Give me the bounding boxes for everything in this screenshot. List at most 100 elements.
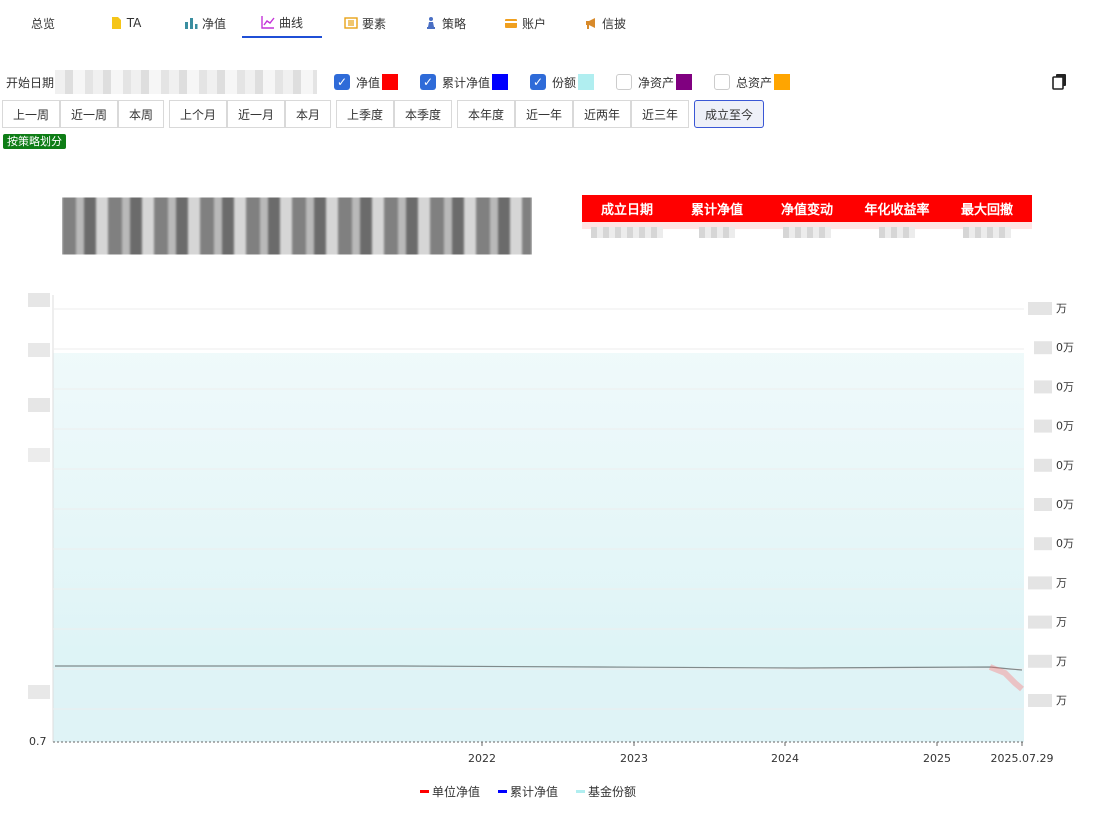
stats-row — [582, 222, 1032, 242]
stats-header: 成立日期 累计净值 净值变动 年化收益率 最大回撤 — [582, 195, 1032, 222]
color-swatch — [578, 74, 595, 90]
redacted-value — [699, 226, 735, 238]
redacted-value — [591, 226, 663, 238]
right-tick-redacted — [1028, 576, 1052, 590]
megaphone-icon — [585, 18, 595, 29]
color-swatch — [774, 74, 791, 90]
right-tick-label: 0万 — [1056, 380, 1074, 393]
ta-tag-icon — [111, 17, 121, 29]
period-since-inception[interactable]: 成立至今 — [694, 100, 764, 128]
x-tick-label: 2025 — [923, 752, 951, 765]
legend-label: 单位净值 — [432, 785, 481, 799]
right-tick-label: 0万 — [1056, 459, 1074, 472]
right-tick-label: 0万 — [1056, 537, 1074, 550]
tab-disclosure[interactable]: 信披 — [576, 8, 634, 38]
list-icon — [344, 17, 358, 29]
right-tick-redacted — [1028, 302, 1052, 315]
checkbox-checked-icon: ✓ — [530, 74, 546, 90]
strategy-badge[interactable]: 按策略划分 — [3, 134, 66, 149]
line-chart-icon — [261, 16, 275, 29]
tab-label: 曲线 — [278, 15, 303, 30]
tab-curve[interactable]: 曲线 — [242, 8, 322, 38]
period-this-month[interactable]: 本月 — [285, 100, 331, 128]
toggle-label: 净资产 — [638, 75, 675, 90]
right-tick-label: 0万 — [1056, 341, 1074, 354]
tab-label: 净值 — [201, 16, 226, 31]
toggle-shares[interactable]: ✓ 份额 — [530, 73, 595, 91]
period-recent-year[interactable]: 近一年 — [515, 100, 573, 128]
tab-nav-value[interactable]: 净值 — [176, 8, 234, 38]
chart-legend: 单位净值 累计净值 基金份额 — [0, 783, 1093, 801]
toggle-label: 份额 — [552, 75, 577, 90]
legend-label: 基金份额 — [588, 785, 637, 799]
stats-table: 成立日期 累计净值 净值变动 年化收益率 最大回撤 — [582, 195, 1032, 242]
period-recent-three-years[interactable]: 近三年 — [631, 100, 689, 128]
header-annualized-return: 年化收益率 — [864, 203, 930, 218]
right-tick-redacted — [1028, 694, 1052, 707]
right-tick-redacted — [1034, 341, 1052, 355]
legend-cumulative-nav[interactable]: 累计净值 — [498, 783, 558, 800]
tab-elements[interactable]: 要素 — [336, 8, 394, 38]
right-tick-label: 万 — [1056, 302, 1067, 315]
x-axis-ticks: 2022 2023 2024 2025 2025.07.29 — [468, 742, 1053, 765]
period-recent-month[interactable]: 近一月 — [227, 100, 285, 128]
right-tick-label: 0万 — [1056, 498, 1074, 511]
header-inception-date: 成立日期 — [600, 203, 653, 218]
tab-label: 总览 — [30, 16, 55, 31]
period-last-quarter[interactable]: 上季度 — [336, 100, 394, 128]
toggle-label: 总资产 — [736, 75, 773, 90]
period-this-quarter[interactable]: 本季度 — [394, 100, 452, 128]
tab-overview[interactable]: 总览 — [18, 8, 68, 38]
period-recent-week[interactable]: 近一周 — [60, 100, 118, 128]
top-nav: 总览 TA 净值 曲线 要素 策略 账户 信披 — [0, 0, 1093, 40]
right-tick-label: 万 — [1056, 576, 1067, 589]
toggle-label: 累计净值 — [442, 75, 491, 90]
header-cumulative-nav: 累计净值 — [690, 203, 743, 218]
card-icon — [504, 19, 517, 28]
copy-icon[interactable] — [1052, 73, 1068, 90]
period-this-year[interactable]: 本年度 — [457, 100, 515, 128]
redacted-value — [783, 226, 831, 238]
legend-unit-nav[interactable]: 单位净值 — [420, 783, 480, 800]
right-tick-redacted — [1028, 654, 1052, 668]
start-date-input[interactable] — [55, 70, 317, 94]
filter-row: 开始日期 ✓ 净值 ✓ 累计净值 ✓ 份额 净资产 总资产 — [0, 68, 1093, 96]
bar-chart-icon — [184, 18, 198, 29]
checkbox-unchecked-icon — [616, 74, 632, 90]
period-last-month[interactable]: 上个月 — [169, 100, 227, 128]
stats-cell — [942, 222, 1032, 242]
right-tick-label: 万 — [1056, 694, 1067, 707]
shares-area-lower — [53, 668, 1024, 742]
period-recent-two-years[interactable]: 近两年 — [573, 100, 631, 128]
color-swatch — [382, 74, 399, 90]
toggle-net-assets[interactable]: 净资产 — [616, 73, 693, 91]
tab-ta[interactable]: TA — [100, 8, 150, 38]
left-axis — [28, 293, 54, 742]
right-tick-label: 万 — [1056, 616, 1067, 629]
legend-fund-shares[interactable]: 基金份额 — [576, 783, 636, 800]
color-swatch — [492, 74, 509, 90]
tab-label: 账户 — [521, 16, 546, 31]
toggle-total-assets[interactable]: 总资产 — [714, 73, 791, 91]
stats-cell — [582, 222, 672, 242]
left-axis-min-label: 0.7 — [29, 735, 47, 748]
stats-cell — [852, 222, 942, 242]
toggle-nav[interactable]: ✓ 净值 — [334, 73, 399, 91]
right-tick-redacted — [1034, 380, 1052, 394]
tab-account[interactable]: 账户 — [496, 8, 554, 38]
period-last-week[interactable]: 上一周 — [2, 100, 60, 128]
toggle-label: 净值 — [356, 75, 381, 90]
tab-strategy[interactable]: 策略 — [416, 8, 474, 38]
right-tick-redacted — [1034, 419, 1052, 433]
x-tick-label: 2024 — [771, 752, 799, 765]
stats-cell — [672, 222, 762, 242]
period-this-week[interactable]: 本周 — [118, 100, 164, 128]
toggle-cumulative-nav[interactable]: ✓ 累计净值 — [420, 73, 509, 91]
x-tick-label: 2025.07.29 — [991, 752, 1054, 765]
nav-curve-chart[interactable]: 0.7 2022 2023 2024 2025 2025.07.29 万 0万 0万 0万 0万… — [0, 285, 1093, 765]
right-tick-label: 万 — [1056, 655, 1067, 668]
right-tick-redacted — [1034, 458, 1052, 472]
color-swatch — [676, 74, 693, 90]
header-max-drawdown: 最大回撤 — [960, 203, 1013, 218]
right-tick-label: 0万 — [1056, 420, 1074, 433]
